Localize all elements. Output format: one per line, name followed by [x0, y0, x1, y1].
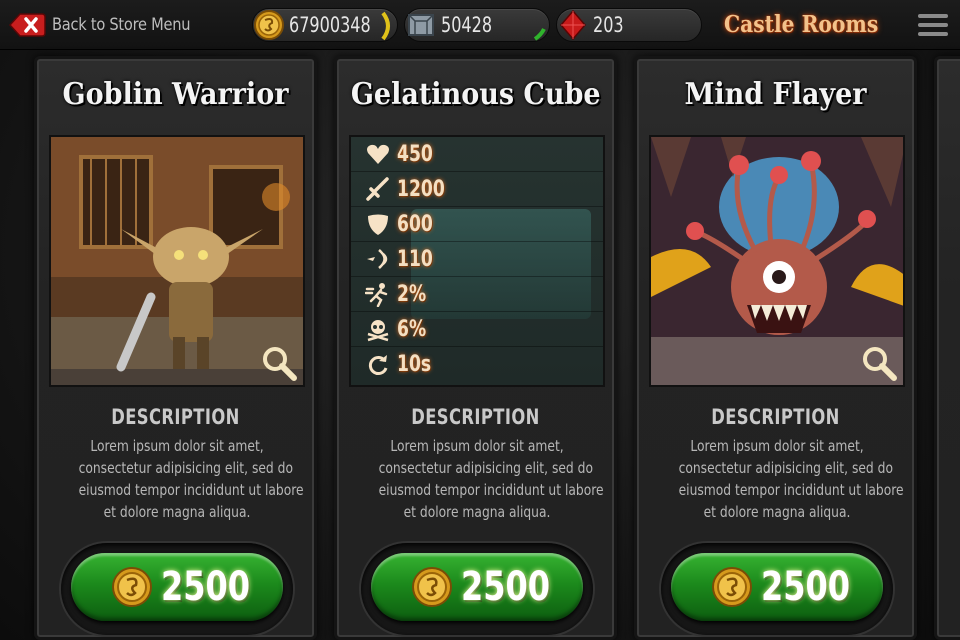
stat-value: 450: [397, 141, 433, 167]
stone-block-icon: [408, 14, 434, 36]
stat-row-defense: 600: [351, 207, 603, 242]
description-line: et dolore magna aliqua.: [103, 503, 251, 521]
buy-button-goblin-warrior[interactable]: 2500: [71, 553, 283, 621]
stat-row-attack: 1200: [351, 172, 603, 207]
stone-amount: 50428: [441, 13, 493, 37]
price-frame: 2500: [61, 543, 293, 635]
item-card-partial[interactable]: [934, 56, 960, 640]
description-text: Lorem ipsum dolor sit amet, consectetur …: [657, 435, 904, 523]
stat-row-health: 450: [351, 137, 603, 172]
price-value: 2500: [461, 564, 551, 610]
buy-button-gelatinous-cube[interactable]: 2500: [371, 553, 583, 621]
price-value: 2500: [161, 564, 251, 610]
description-text: Lorem ipsum dolor sit amet, consectetur …: [357, 435, 604, 523]
gold-amount: 67900348: [289, 13, 371, 37]
description-line: consectetur adipisicing elit, sed do: [378, 459, 593, 477]
stat-row-dodge: 2%: [351, 277, 603, 312]
description-line: eiusmod tempor incididunt ut labore: [678, 481, 904, 499]
menu-line-icon: [918, 23, 948, 27]
red-gem-icon: [560, 9, 586, 41]
description-line: Lorem ipsum dolor sit amet,: [90, 437, 264, 455]
gem-amount: 203: [593, 13, 624, 37]
skull-icon: [367, 320, 389, 342]
screen-title: Castle Rooms: [724, 11, 879, 38]
gem-currency[interactable]: 203: [556, 8, 702, 42]
stat-value: 6%: [397, 316, 427, 342]
gold-progress-arc-icon: [381, 11, 390, 41]
magnify-icon[interactable]: [861, 345, 897, 381]
description-heading: DESCRIPTION: [111, 405, 240, 429]
card-title: Mind Flayer: [684, 77, 867, 112]
description-heading: DESCRIPTION: [411, 405, 540, 429]
stone-currency[interactable]: 50428: [404, 8, 550, 42]
gold-coin-icon: [254, 10, 284, 40]
buy-button-mind-flayer[interactable]: 2500: [671, 553, 883, 621]
stone-progress-arc-icon: [533, 28, 546, 41]
refresh-icon: [368, 354, 388, 375]
gold-coin-icon: [712, 567, 752, 607]
description-line: et dolore magna aliqua.: [403, 503, 551, 521]
menu-line-icon: [918, 14, 948, 18]
description-line: consectetur adipisicing elit, sed do: [678, 459, 893, 477]
shield-icon: [368, 214, 388, 235]
gold-coin-icon: [412, 567, 452, 607]
menu-line-icon: [918, 32, 948, 36]
card-title: Gelatinous Cube: [350, 77, 601, 112]
item-card-gelatinous-cube: Gelatinous Cube 450 1200 600 110 2% 6% 1…: [334, 56, 617, 640]
description-heading: DESCRIPTION: [711, 405, 840, 429]
price-value: 2500: [761, 564, 851, 610]
stat-value: 10s: [397, 352, 432, 377]
stat-row-speed: 110: [351, 242, 603, 277]
stat-value: 110: [397, 246, 433, 272]
stats-panel: 450 1200 600 110 2% 6% 10s: [349, 135, 605, 387]
mind-flayer-image[interactable]: [649, 135, 905, 387]
description-line: Lorem ipsum dolor sit amet,: [390, 437, 564, 455]
item-card-goblin-warrior: Goblin Warrior DESCRIPTION Lorem ipsum d…: [34, 56, 317, 640]
heart-icon: [367, 144, 389, 164]
description-text: Lorem ipsum dolor sit amet, consectetur …: [57, 435, 304, 523]
top-bar: Back to Store Menu 67900348 50428 203 Ca…: [0, 0, 960, 50]
goblin-warrior-image[interactable]: [49, 135, 305, 387]
price-frame: 2500: [661, 543, 893, 635]
price-frame: 2500: [361, 543, 593, 635]
close-x-icon: [8, 12, 46, 38]
speed-icon: [367, 249, 388, 269]
stat-value: 600: [397, 211, 433, 237]
description-line: Lorem ipsum dolor sit amet,: [690, 437, 864, 455]
stat-row-critical: 6%: [351, 312, 603, 347]
description-line: et dolore magna aliqua.: [703, 503, 851, 521]
gold-coin-icon: [112, 567, 152, 607]
stat-value: 1200: [397, 176, 445, 202]
item-card-mind-flayer: Mind Flayer DESCRIPTION Lorem ipsum dolo…: [634, 56, 917, 640]
gold-currency[interactable]: 67900348: [252, 8, 398, 42]
stat-value: 2%: [397, 281, 427, 307]
stat-row-respawn: 10s: [351, 347, 603, 382]
back-to-store-button[interactable]: Back to Store Menu: [8, 10, 213, 40]
card-title: Goblin Warrior: [62, 77, 289, 112]
magnify-icon[interactable]: [261, 345, 297, 381]
description-line: eiusmod tempor incididunt ut labore: [78, 481, 304, 499]
description-line: eiusmod tempor incididunt ut labore: [378, 481, 604, 499]
running-man-icon: [365, 283, 388, 307]
sword-icon: [366, 177, 389, 201]
hamburger-menu-button[interactable]: [918, 14, 948, 36]
description-line: consectetur adipisicing elit, sed do: [78, 459, 293, 477]
back-to-store-label: Back to Store Menu: [52, 15, 191, 35]
